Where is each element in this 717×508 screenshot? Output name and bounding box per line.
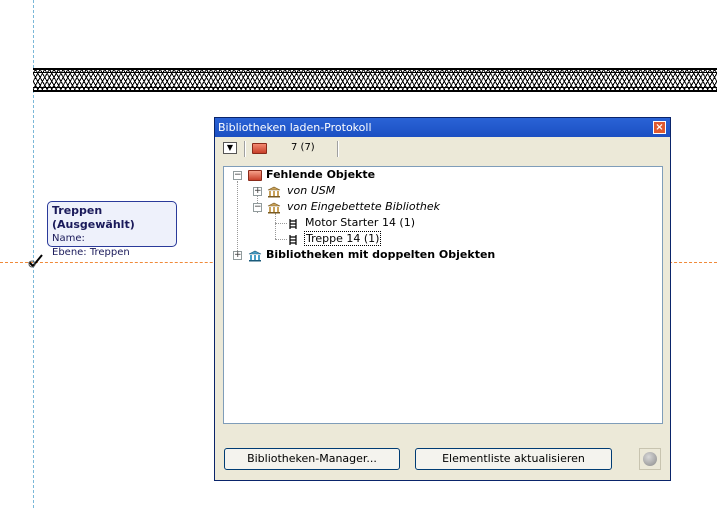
status-icon [639,448,661,470]
collapse-toggle[interactable]: − [233,171,242,180]
expand-toggle[interactable]: + [253,187,262,196]
folder-icon [252,143,267,154]
library-icon [267,186,281,198]
toolbar-separator [244,141,246,157]
library-tree[interactable]: − Fehlende Objekte + von USM − von Einge… [223,166,663,424]
tooltip-title: Treppen (Ausgewählt) [52,204,135,231]
missing-count: 7 (7) [291,142,315,153]
dialog-toolbar: ▼ 7 (7) [218,140,667,158]
railing-element[interactable] [33,68,717,92]
tree-node-from-usm[interactable]: von USM [287,183,335,199]
tree-line [275,223,287,224]
selection-tooltip: Treppen (Ausgewählt) Name: Ebene: Treppe… [47,201,177,258]
library-load-log-dialog: Bibliotheken laden-Protokoll × ▼ 7 (7) −… [214,117,671,481]
close-button[interactable]: × [653,121,666,134]
tree-node-missing-objects[interactable]: Fehlende Objekte [266,167,375,183]
library-manager-button[interactable]: Bibliotheken-Manager... [224,448,400,470]
library-icon [248,250,262,262]
tree-item-treppe-label: Treppe 14 (1) [304,231,382,246]
dialog-title: Bibliotheken laden-Protokoll [218,121,372,134]
tree-item-motor-starter[interactable]: Motor Starter 14 (1) [305,215,415,231]
folder-icon [248,170,262,181]
library-icon [267,202,281,214]
collapse-toggle[interactable]: − [253,203,262,212]
filter-dropdown-icon[interactable]: ▼ [223,142,237,154]
expand-toggle[interactable]: + [233,251,242,260]
tree-node-duplicate-libraries[interactable]: Bibliotheken mit doppelten Objekten [266,247,495,263]
tree-node-from-embedded-library[interactable]: von Eingebettete Bibliothek [287,199,440,215]
toolbar-separator [337,141,339,157]
tree-item-treppe[interactable]: Treppe 14 (1) [304,231,382,247]
stair-object-icon [289,235,297,245]
tooltip-layer: Ebene: Treppen [52,247,130,258]
dialog-titlebar[interactable]: Bibliotheken laden-Protokoll × [215,118,670,137]
tree-line [275,239,287,240]
tree-line [237,181,238,259]
update-element-list-button[interactable]: Elementliste aktualisieren [415,448,612,470]
pointer-check-icon [28,254,43,268]
tooltip-name: Name: [52,233,85,244]
stair-object-icon [289,219,297,229]
tree-line [275,213,276,239]
